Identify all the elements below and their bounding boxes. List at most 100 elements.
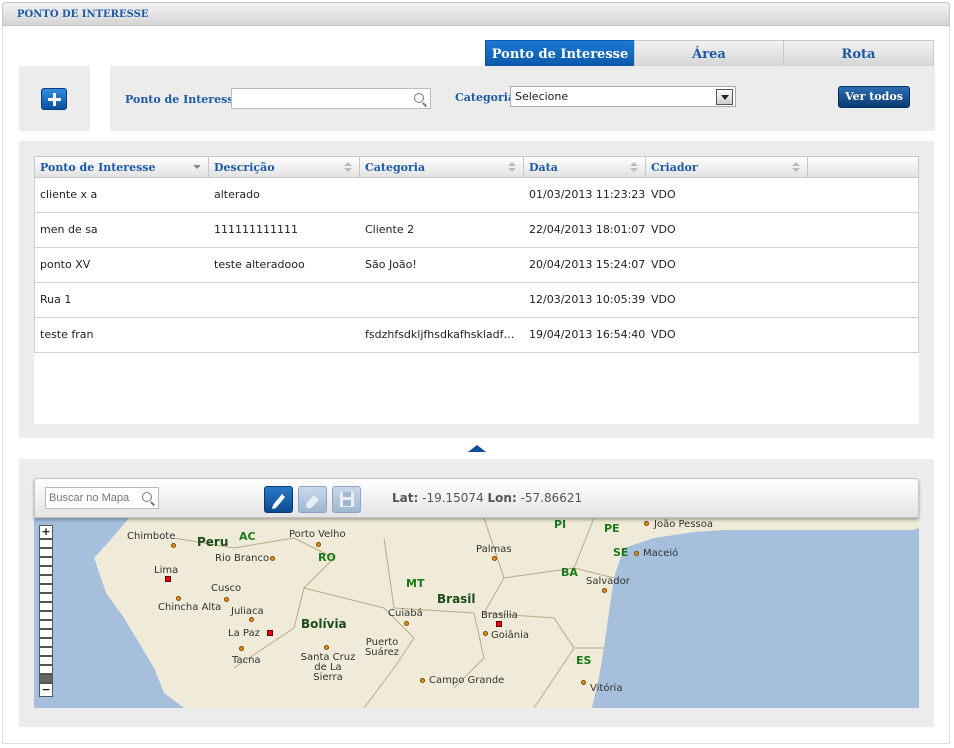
city-marker — [270, 556, 275, 561]
tab-ponto-de-interesse[interactable]: Ponto de Interesse — [485, 40, 635, 67]
draw-tool-button[interactable] — [264, 486, 293, 513]
sort-icon — [791, 162, 801, 172]
city-marker — [644, 521, 649, 526]
tab-rota[interactable]: Rota — [783, 40, 934, 67]
search-icon[interactable] — [414, 93, 424, 103]
city-marker — [316, 542, 321, 547]
add-poi-button[interactable] — [41, 88, 67, 110]
zoom-level[interactable] — [39, 647, 53, 656]
sort-icon — [629, 162, 639, 172]
zoom-level[interactable] — [39, 611, 53, 620]
map-label-pi: PI — [554, 518, 567, 531]
filter-panel: Ponto de Interesse: Categoria: Selecione… — [110, 66, 935, 131]
column-header-poi[interactable]: Ponto de Interesse — [35, 157, 209, 178]
map-label-campo-grande: Campo Grande — [429, 675, 505, 686]
zoom-level[interactable] — [39, 602, 53, 611]
map-label-bolivia: Bolívia — [301, 617, 347, 631]
results-panel: Ponto de Interesse Descrição Categoria D… — [19, 141, 934, 438]
collapse-arrow-icon[interactable] — [468, 445, 486, 452]
city-marker — [483, 631, 488, 636]
zoom-level[interactable] — [39, 548, 53, 557]
zoom-level[interactable] — [39, 629, 53, 638]
map-label-chincha-alta: Chincha Alta — [158, 602, 222, 613]
map-label-cusco: Cusco — [211, 583, 242, 594]
map-label-ro: RO — [318, 551, 336, 564]
column-header-criador[interactable]: Criador — [646, 157, 808, 178]
city-marker — [239, 646, 244, 651]
zoom-bar: + − — [39, 525, 53, 697]
add-panel — [19, 66, 90, 131]
zoom-out-button[interactable]: − — [39, 683, 53, 697]
table-row[interactable]: teste fran fsdzhfsdkljfhsdkafhskladfhs..… — [34, 318, 919, 353]
zoom-level[interactable] — [39, 557, 53, 566]
category-select[interactable]: Selecione — [510, 86, 736, 107]
poi-search-input[interactable] — [231, 88, 431, 109]
map-label-peru: Peru — [197, 535, 229, 549]
zoom-level[interactable] — [39, 620, 53, 629]
window-title: PONTO DE INTERESSE — [17, 9, 149, 20]
zoom-in-button[interactable]: + — [39, 525, 53, 539]
map-label-ba: BA — [561, 566, 578, 579]
zoom-level[interactable] — [39, 539, 53, 548]
city-marker — [249, 617, 254, 622]
map-label-juliaca: Juliaca — [231, 606, 264, 617]
map-label-puerto-suarez: Puerto Suárez — [364, 637, 400, 658]
map-label-maceio: Maceió — [643, 548, 679, 559]
city-marker — [634, 551, 639, 556]
sort-icon — [507, 162, 517, 172]
window-title-bar: PONTO DE INTERESSE — [2, 2, 950, 26]
zoom-level[interactable] — [39, 584, 53, 593]
city-marker — [602, 588, 607, 593]
map-toolbar: Lat: -19.15074 Lon: -57.86621 — [34, 478, 919, 518]
table-row[interactable]: Rua 1 12/03/2013 10:05:39 VDO — [34, 283, 919, 318]
zoom-level[interactable] — [39, 665, 53, 674]
table-row[interactable]: ponto XV teste alteradooo São João! 20/0… — [34, 248, 919, 283]
coordinates-readout: Lat: -19.15074 Lon: -57.86621 — [392, 491, 583, 505]
city-marker — [224, 597, 229, 602]
map-label-brasil: Brasil — [437, 592, 476, 606]
map-label-pe: PE — [604, 522, 620, 535]
table-row[interactable]: cliente x a alterado 01/03/2013 11:23:23… — [34, 178, 919, 213]
eraser-tool-button[interactable] — [298, 486, 327, 513]
chevron-down-icon[interactable] — [716, 89, 733, 105]
city-marker — [492, 556, 497, 561]
city-marker — [176, 596, 181, 601]
map-label-lima: Lima — [154, 565, 179, 576]
map-label-brasilia: Brasília — [481, 610, 518, 621]
map-label-goiania: Goiânia — [491, 630, 530, 641]
map-label-se: SE — [613, 546, 629, 559]
zoom-level[interactable] — [39, 638, 53, 647]
ver-todos-button[interactable]: Ver todos — [838, 86, 910, 108]
column-header-data[interactable]: Data — [524, 157, 646, 178]
zoom-level[interactable] — [39, 593, 53, 602]
capital-marker — [165, 576, 171, 582]
save-map-button[interactable] — [332, 486, 361, 513]
city-marker — [581, 680, 586, 685]
map-label-tacna: Tacna — [232, 655, 261, 666]
map-label-chimbote: Chimbote — [127, 531, 176, 542]
column-header-categoria[interactable]: Categoria — [360, 157, 524, 178]
column-header-descricao[interactable]: Descrição — [209, 157, 360, 178]
poi-filter-label: Ponto de Interesse: — [125, 93, 245, 106]
map-label-joao-pessoa: João Pessoa — [654, 519, 713, 530]
zoom-slider-handle[interactable] — [39, 674, 53, 683]
eraser-icon — [306, 495, 319, 508]
map-label-la-paz: La Paz — [228, 628, 260, 639]
pencil-icon — [272, 494, 285, 509]
map-label-es: ES — [576, 654, 592, 667]
results-grid: Ponto de Interesse Descrição Categoria D… — [34, 156, 919, 424]
table-row[interactable]: men de sa 111111111111 Cliente 2 22/04/2… — [34, 213, 919, 248]
map-label-porto-velho: Porto Velho — [289, 529, 346, 540]
tab-area[interactable]: Área — [634, 40, 784, 67]
city-marker — [324, 645, 329, 650]
save-icon — [340, 492, 354, 507]
city-marker — [404, 621, 409, 626]
sort-icon — [343, 162, 353, 172]
grid-header: Ponto de Interesse Descrição Categoria D… — [34, 156, 919, 178]
zoom-level[interactable] — [39, 575, 53, 584]
zoom-level[interactable] — [39, 656, 53, 665]
search-icon[interactable] — [142, 492, 152, 502]
map-view[interactable]: + − Chimbote Peru AC Rio Branco Porto Ve… — [34, 518, 919, 708]
city-marker — [171, 543, 176, 548]
zoom-level[interactable] — [39, 566, 53, 575]
